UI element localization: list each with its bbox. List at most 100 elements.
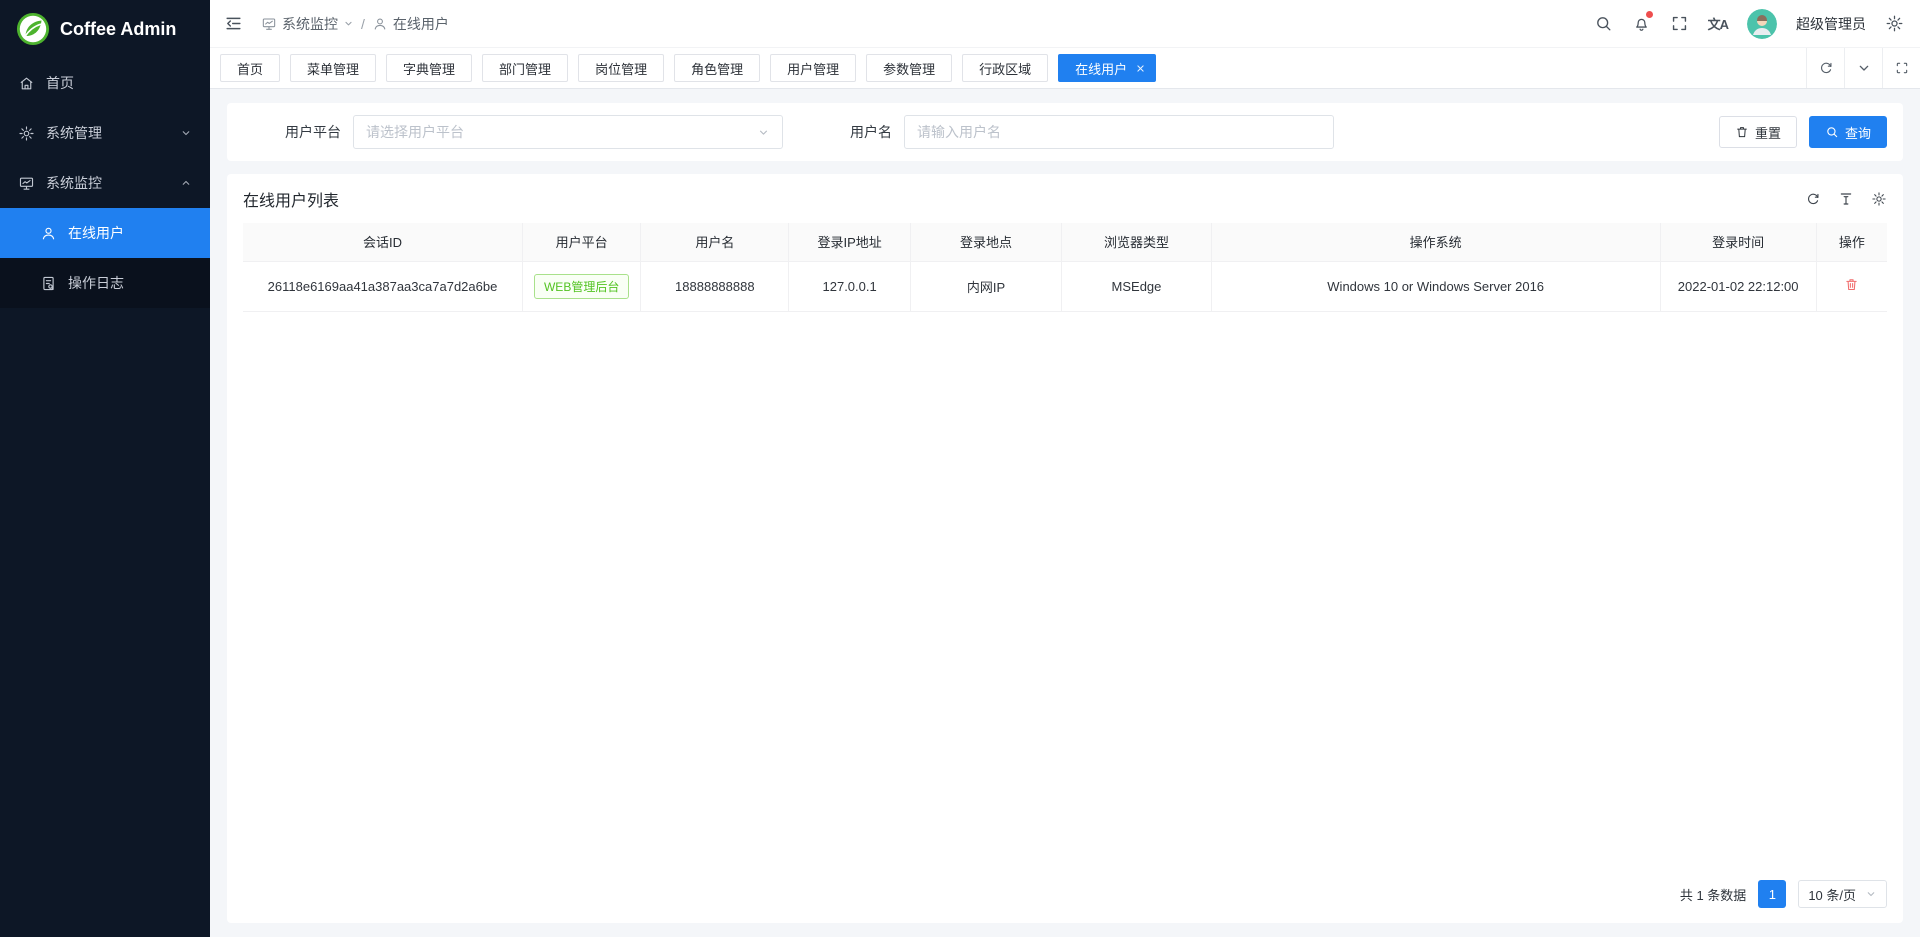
collapse-sidebar-icon[interactable] [224,14,243,33]
col-login-ip: 登录IP地址 [789,223,911,261]
avatar[interactable] [1747,9,1777,39]
refresh-icon[interactable] [1805,191,1821,207]
page-size-select[interactable]: 10 条/页 [1798,880,1887,908]
reset-button-label: 重置 [1755,123,1781,142]
username-input[interactable] [917,124,1321,140]
avatar-image [1747,9,1777,39]
tab-home[interactable]: 首页 [220,54,280,82]
breadcrumb-item-system-monitor[interactable]: 系统监控 [261,14,354,34]
header-actions: 文A 超级管理员 [1594,9,1904,39]
settings-gear-icon[interactable] [1885,14,1904,33]
sidebar-item-operation-log[interactable]: 操作日志 [0,258,210,308]
tab-dict-management[interactable]: 字典管理 [386,54,472,82]
page-tabs: 首页 菜单管理 字典管理 部门管理 岗位管理 角色管理 用户管理 参数管理 行政… [210,48,1806,88]
sidebar-item-home[interactable]: 首页 [0,58,210,108]
tab-post-management[interactable]: 岗位管理 [578,54,664,82]
search-button-label: 查询 [1845,123,1871,142]
close-icon[interactable] [1136,64,1145,73]
content-fullscreen-button[interactable] [1882,48,1920,88]
tab-user-management[interactable]: 用户管理 [770,54,856,82]
refresh-page-button[interactable] [1806,48,1844,88]
table-row: 26118e6169aa41a387aa3ca7a7d2a6be WEB管理后台… [243,261,1887,311]
chevron-down-icon [757,126,770,139]
search-button[interactable]: 查询 [1809,116,1887,148]
table-tools [1805,191,1887,207]
maximize-icon [1894,60,1910,76]
username-label: 用户名 [783,122,904,142]
tab-label: 参数管理 [883,59,935,78]
home-icon [18,75,35,92]
breadcrumb: 系统监控 / 在线用户 [261,14,449,34]
tab-options-button[interactable] [1844,48,1882,88]
column-settings-gear-icon[interactable] [1871,191,1887,207]
chevron-down-icon [1865,888,1877,900]
trash-icon [1844,277,1859,292]
tab-label: 岗位管理 [595,59,647,78]
sidebar-item-label: 系统监控 [46,173,102,193]
sidebar-item-label: 首页 [46,73,74,93]
search-icon [1825,125,1839,139]
col-browser: 浏览器类型 [1062,223,1212,261]
tab-role-management[interactable]: 角色管理 [674,54,760,82]
reset-button[interactable]: 重置 [1719,116,1797,148]
page-content: 用户平台 请选择用户平台 用户名 重置 查询 [210,89,1920,937]
platform-select-placeholder: 请选择用户平台 [366,122,757,142]
sidebar-item-system-management[interactable]: 系统管理 [0,108,210,158]
sidebar-item-label: 系统管理 [46,123,102,143]
fullscreen-icon[interactable] [1670,14,1689,33]
cell-username: 18888888888 [641,261,789,311]
search-icon[interactable] [1594,14,1613,33]
app-logo[interactable]: Coffee Admin [0,0,210,58]
cell-browser: MSEdge [1062,261,1212,311]
tab-label: 首页 [237,59,263,78]
translate-icon[interactable]: 文A [1708,14,1728,33]
pagination-total: 共 1 条数据 [1680,885,1746,904]
username-field-wrap [904,115,1334,149]
notification-badge [1646,11,1653,18]
tab-online-users-active[interactable]: 在线用户 [1058,54,1156,82]
filter-panel: 用户平台 请选择用户平台 用户名 重置 查询 [227,103,1903,161]
breadcrumb-separator: / [361,16,365,32]
log-icon [40,275,57,292]
col-actions: 操作 [1816,223,1887,261]
delete-row-button[interactable] [1844,277,1859,292]
current-user-name[interactable]: 超级管理员 [1796,14,1866,34]
col-os: 操作系统 [1211,223,1660,261]
refresh-icon [1818,60,1834,76]
breadcrumb-item-online-users[interactable]: 在线用户 [372,14,449,34]
chevron-down-icon [1856,60,1872,76]
monitor-icon [18,175,35,192]
tab-label: 行政区域 [979,59,1031,78]
tab-admin-region[interactable]: 行政区域 [962,54,1048,82]
sidebar-submenu: 在线用户 操作日志 [0,208,210,308]
monitor-icon [261,16,277,32]
cell-os: Windows 10 or Windows Server 2016 [1211,261,1660,311]
tab-menu-management[interactable]: 菜单管理 [290,54,376,82]
online-users-card: 在线用户列表 会话ID 用 [227,174,1903,923]
platform-select[interactable]: 请选择用户平台 [353,115,783,149]
breadcrumb-label: 系统监控 [282,14,338,34]
tab-dept-management[interactable]: 部门管理 [482,54,568,82]
tab-label: 用户管理 [787,59,839,78]
app-title: Coffee Admin [60,19,176,40]
tab-label: 在线用户 [1075,59,1127,78]
table-header-row: 会话ID 用户平台 用户名 登录IP地址 登录地点 浏览器类型 操作系统 登录时… [243,223,1887,261]
tab-param-management[interactable]: 参数管理 [866,54,952,82]
tabbar-controls [1806,48,1920,88]
top-header: 系统监控 / 在线用户 文A [210,0,1920,48]
sidebar-item-label: 操作日志 [68,273,124,293]
filter-buttons: 重置 查询 [1719,116,1887,148]
sidebar-item-system-monitor[interactable]: 系统监控 [0,158,210,208]
col-platform: 用户平台 [522,223,640,261]
notifications-button[interactable] [1632,14,1651,33]
pagination: 共 1 条数据 1 10 条/页 [243,865,1887,923]
row-height-icon[interactable] [1838,191,1854,207]
platform-label: 用户平台 [243,122,353,142]
col-login-time: 登录时间 [1660,223,1816,261]
pagination-page-1[interactable]: 1 [1758,880,1786,908]
sidebar: Coffee Admin 首页 系统管理 系统监控 [0,0,210,937]
trash-icon [1735,125,1749,139]
cell-login-ip: 127.0.0.1 [789,261,911,311]
sidebar-item-online-users[interactable]: 在线用户 [0,208,210,258]
user-icon [372,16,388,32]
